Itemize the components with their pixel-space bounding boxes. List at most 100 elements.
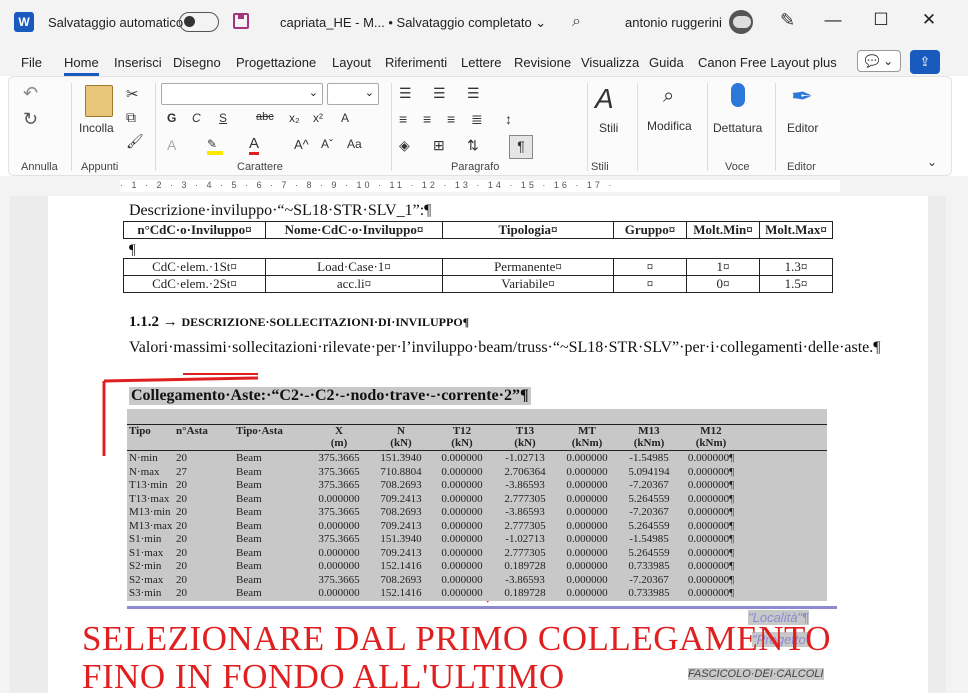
- col-header: Tipo·Asta: [236, 425, 283, 437]
- table-cell: 375.3665: [318, 452, 360, 464]
- table-cell: 2.777305: [504, 492, 546, 505]
- table-cell: -3.86593: [505, 506, 545, 518]
- header-units-row: (m) (kN) (kN) (kN) (kNm) (kNm) (kNm): [129, 437, 742, 449]
- unit-label: (kN): [390, 437, 412, 449]
- table-cell: T13·max: [129, 492, 170, 505]
- table-cell: 0.000000: [566, 533, 608, 545]
- instruction-line-2: FINO IN FONDO ALL'ULTIMO: [82, 657, 565, 696]
- col-header: Tipo: [129, 425, 151, 437]
- col-header: X: [335, 425, 343, 437]
- table-cell: 710.8804: [380, 465, 422, 478]
- table-cell: 0.000000: [441, 492, 483, 505]
- table-cell: 0.000000: [318, 560, 360, 572]
- table-cell: 5.264559: [628, 492, 670, 505]
- table-cell: -3.86593: [505, 479, 545, 491]
- results-header: Tipo n°Asta Tipo·Asta X N T12 T13 MT M13…: [129, 425, 742, 449]
- col-header: T13: [515, 425, 535, 437]
- table-cell: 5.264559: [628, 519, 670, 532]
- table-cell: -7.20367: [629, 506, 669, 518]
- header-divider: [127, 606, 837, 609]
- table-cell: 709.2413: [380, 492, 422, 505]
- table-cell: Beam: [236, 506, 262, 518]
- table-cell: 0.733985: [628, 560, 670, 572]
- table-cell: 709.2413: [380, 519, 422, 532]
- table-cell: 0.000000¶: [687, 587, 735, 599]
- table-cell: 0.000000: [441, 573, 483, 586]
- table-cell: 2.706364: [504, 465, 546, 478]
- table-row: S2·max 20 Beam 375.3665 708.2693 0.000000 -3.8…: [129, 574, 742, 588]
- unit-label: (kNm): [571, 437, 603, 449]
- col-header: n°Asta: [176, 425, 208, 437]
- table-cell: N·min: [129, 452, 158, 464]
- table-cell: Beam: [236, 492, 262, 505]
- table-cell: 0.000000: [441, 479, 483, 491]
- unit-label: (kN): [451, 437, 473, 449]
- unit-label: (m): [330, 437, 348, 449]
- col-header: M13: [638, 425, 660, 437]
- table-cell: 0.000000¶: [687, 452, 735, 464]
- table-cell: 709.2413: [380, 546, 422, 559]
- red-bracket-top: [103, 376, 259, 383]
- unit-label: (kNm): [695, 437, 727, 449]
- table-cell: 20: [176, 587, 187, 599]
- col-header: MT: [578, 425, 596, 437]
- table-cell: 0.000000: [566, 492, 608, 505]
- table-cell: 152.1416: [380, 587, 422, 599]
- table-rule: [127, 450, 827, 451]
- table-cell: 20: [176, 533, 187, 545]
- table-cell: 0.000000: [566, 587, 608, 599]
- table-cell: 2.777305: [504, 546, 546, 559]
- table-cell: 0.000000: [566, 546, 608, 559]
- table-cell: 0.000000: [441, 546, 483, 559]
- table-cell: 0.733985: [628, 587, 670, 599]
- table-cell: 20: [176, 479, 187, 491]
- table-cell: 0.000000¶: [687, 492, 735, 505]
- table-cell: 151.3940: [380, 533, 422, 545]
- fascicolo-field[interactable]: FASCICOLO·DEI·CALCOLI: [688, 668, 824, 680]
- table-cell: Beam: [236, 573, 262, 586]
- table-cell: T13·min: [129, 479, 168, 491]
- table-cell: 0.000000: [441, 519, 483, 532]
- table-cell: 152.1416: [380, 560, 422, 572]
- table-row: T13·min 20 Beam 375.3665 708.2693 0.000000 -3.…: [129, 479, 742, 493]
- unit-label: [236, 437, 306, 449]
- table-cell: 0.000000: [441, 506, 483, 518]
- table-cell: Beam: [236, 587, 262, 599]
- table-cell: S1·max: [129, 546, 164, 559]
- header-row: Tipo n°Asta Tipo·Asta X N T12 T13 MT M13…: [129, 425, 742, 437]
- table-cell: 0.000000: [566, 452, 608, 464]
- table-cell: 0.000000: [318, 519, 360, 532]
- table-cell: S1·min: [129, 533, 162, 545]
- table-cell: 708.2693: [380, 479, 422, 491]
- table-row: S1·max 20 Beam 0.000000 709.2413 0.000000 2.77…: [129, 547, 742, 561]
- table-cell: M13·max: [129, 519, 173, 532]
- table-cell: 0.000000¶: [687, 573, 735, 586]
- table-cell: 0.000000: [566, 560, 608, 572]
- table-cell: 375.3665: [318, 573, 360, 586]
- table-cell: 20: [176, 573, 187, 586]
- table-cell: -1.54985: [629, 533, 669, 545]
- table-cell: 0.000000: [566, 479, 608, 491]
- table-cell: Beam: [236, 465, 262, 478]
- table-cell: -3.86593: [505, 573, 545, 586]
- instruction-line-1: SELEZIONARE DAL PRIMO COLLEGAMENTO: [82, 619, 832, 658]
- table-cell: 0.000000¶: [687, 479, 735, 491]
- table-row: N·max 27 Beam 375.3665 710.8804 0.000000 2.706…: [129, 466, 742, 480]
- table-cell: 375.3665: [318, 465, 360, 478]
- table-cell: -1.54985: [629, 452, 669, 464]
- table-cell: 0.000000¶: [687, 560, 735, 572]
- table-cell: 20: [176, 452, 187, 464]
- table-cell: 20: [176, 492, 187, 505]
- table-cell: 20: [176, 546, 187, 559]
- table-cell: Beam: [236, 533, 262, 545]
- table-cell: N·max: [129, 465, 160, 478]
- table-cell: -7.20367: [629, 573, 669, 586]
- table-cell: 708.2693: [380, 573, 422, 586]
- table-cell: 0.000000: [441, 452, 483, 464]
- table-cell: 0.000000: [441, 587, 483, 599]
- table-cell: 0.000000: [566, 573, 608, 586]
- unit-label: [176, 437, 236, 449]
- table-cell: 5.264559: [628, 546, 670, 559]
- table-cell: 0.000000¶: [687, 533, 735, 545]
- table-cell: S2·min: [129, 560, 162, 572]
